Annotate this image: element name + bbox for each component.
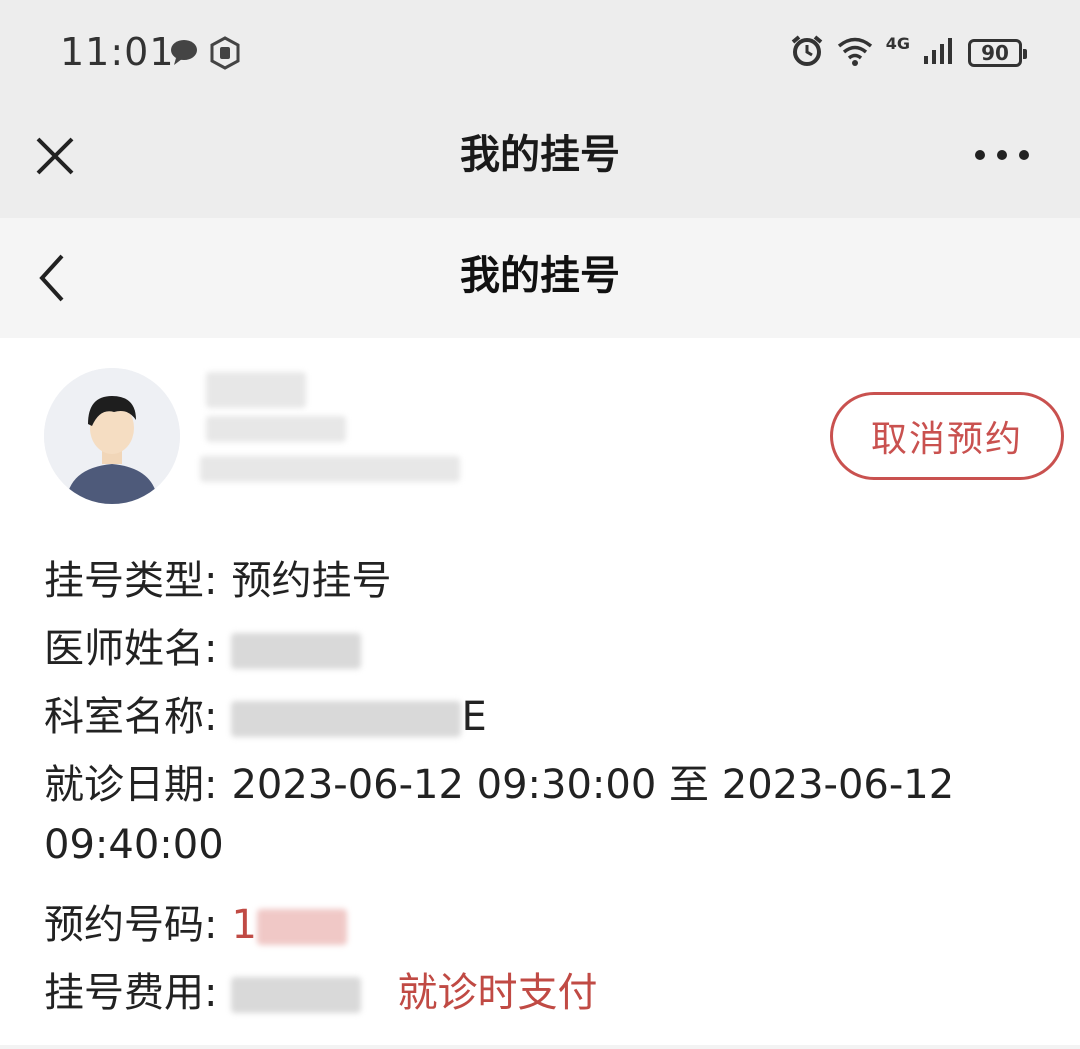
alarm-icon	[790, 34, 824, 72]
status-icons-left	[168, 36, 242, 74]
appointment-number-prefix: 1	[231, 902, 257, 948]
page-nav-bar: 我的挂号	[0, 218, 1080, 338]
department-name-suffix: E	[461, 694, 487, 740]
card-divider	[0, 1045, 1080, 1049]
visit-date-value-line2: 09:40:00	[44, 822, 224, 868]
row-visit-date: 就诊日期: 2023-06-12 09:30:00 至 2023-06-12	[44, 752, 954, 810]
doctor-name-label: 医师姓名:	[44, 626, 218, 672]
status-bar: 11:01 4G 90	[0, 0, 1080, 105]
shield-icon	[208, 36, 242, 74]
registration-fee-label: 挂号费用:	[44, 970, 218, 1016]
payment-note: 就诊时支付	[397, 970, 598, 1016]
registration-fee-masked	[231, 977, 362, 1013]
avatar-icon	[44, 368, 180, 504]
department-name-masked	[231, 701, 462, 737]
status-time: 11:01	[60, 30, 175, 74]
chat-bubble-icon	[168, 36, 200, 74]
registration-type-value: 预约挂号	[231, 558, 392, 604]
doctor-name-masked	[231, 633, 362, 669]
wechat-nav-bar: 我的挂号	[0, 105, 1080, 218]
patient-name-masked	[206, 372, 306, 408]
visit-date-value-line1: 2023-06-12 09:30:00 至 2023-06-12	[231, 762, 955, 808]
appointment-number-masked	[256, 909, 347, 945]
department-label: 科室名称:	[44, 694, 218, 740]
row-doctor-name: 医师姓名:	[44, 616, 362, 674]
visit-date-label: 就诊日期:	[44, 762, 218, 808]
registration-card: 取消预约 挂号类型: 预约挂号 医师姓名: 科室名称: E 就诊日期: 2023-06…	[0, 338, 1080, 1049]
network-label: 4G	[885, 33, 910, 53]
status-icons-right: 4G 90	[790, 33, 1027, 72]
wechat-title: 我的挂号	[460, 132, 620, 178]
row-appointment-number: 预约号码: 1	[44, 892, 347, 950]
signal-icon	[922, 36, 956, 70]
patient-info-masked	[206, 416, 346, 442]
cancel-appointment-button[interactable]: 取消预约	[830, 392, 1064, 480]
row-registration-fee: 挂号费用: 就诊时支付	[44, 960, 597, 1018]
row-department: 科室名称: E	[44, 684, 487, 742]
page-title: 我的挂号	[460, 253, 620, 299]
battery-icon: 90	[968, 39, 1027, 67]
registration-type-label: 挂号类型:	[44, 558, 218, 604]
wifi-icon	[836, 35, 874, 71]
appointment-number-label: 预约号码:	[44, 902, 218, 948]
more-icon[interactable]	[970, 131, 1034, 181]
patient-id-masked	[200, 456, 460, 482]
row-registration-type: 挂号类型: 预约挂号	[44, 548, 391, 606]
